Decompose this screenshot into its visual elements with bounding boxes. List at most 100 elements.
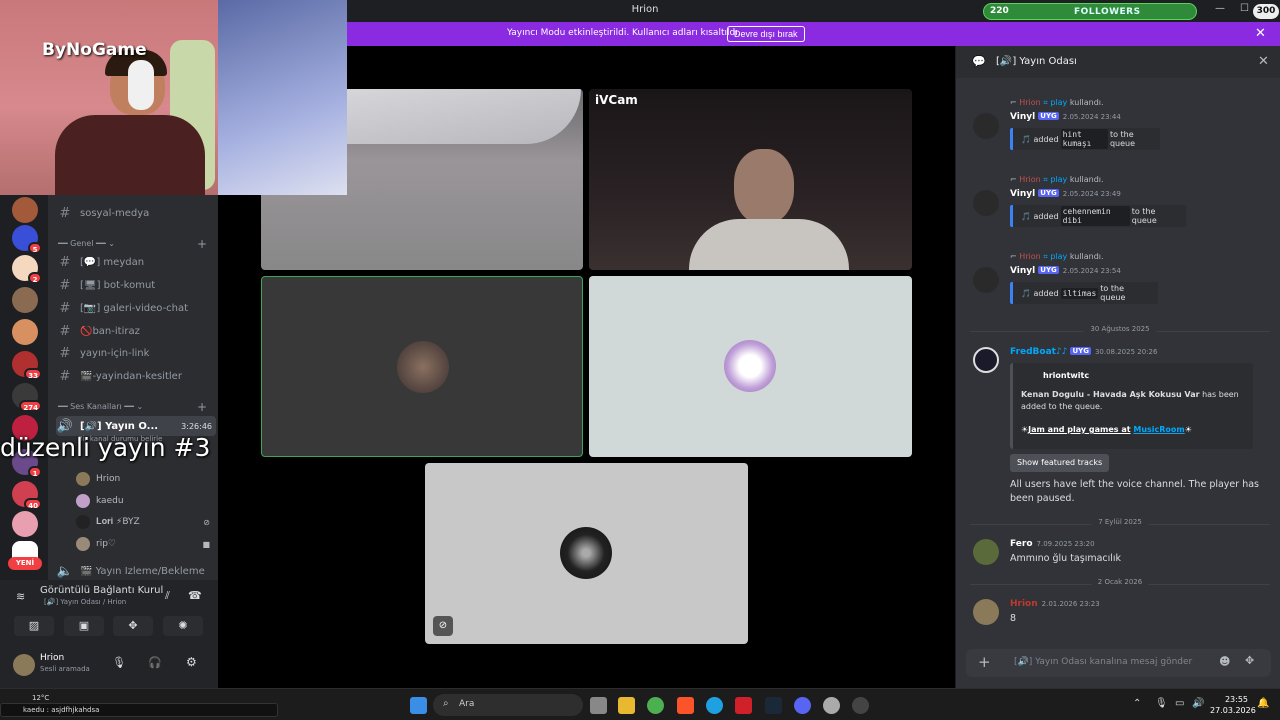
promo-text[interactable]: Jam and play games at <box>1028 425 1130 434</box>
settings-gear-icon[interactable]: ⚙ <box>186 655 197 669</box>
video-tile-participant[interactable] <box>589 276 912 457</box>
server-icon[interactable] <box>12 197 38 223</box>
steam-icon[interactable] <box>765 697 782 714</box>
signal-icon[interactable]: ≋ <box>16 590 25 603</box>
windows-start-icon[interactable] <box>410 697 427 714</box>
voice-user[interactable]: Hrion <box>76 470 210 488</box>
network-icon[interactable]: ▭ <box>1175 698 1184 709</box>
file-explorer-icon[interactable] <box>618 697 635 714</box>
obs-icon[interactable] <box>823 697 840 714</box>
avatar <box>76 515 90 529</box>
category-voice[interactable]: ━━ Ses Kanalları ━━ ⌄ <box>58 402 143 411</box>
current-user-status: Sesli aramada <box>40 665 90 673</box>
song-name: cehennemin dibi <box>1060 206 1130 226</box>
server-icon[interactable]: 40 <box>12 481 42 510</box>
avatar[interactable] <box>973 113 999 139</box>
microphone-icon[interactable]: 🎙 <box>1155 698 1168 709</box>
soundboard-button[interactable]: ✺ <box>163 616 203 636</box>
author-name[interactable]: Hrion <box>1010 599 1038 609</box>
server-icon[interactable]: 33 <box>12 351 42 380</box>
channel-label: 🎬 Yayın İzleme/Bekleme <box>80 565 205 577</box>
discord-icon[interactable] <box>794 697 811 714</box>
avatar[interactable] <box>973 599 999 625</box>
minimize-icon[interactable]: — <box>1215 3 1225 14</box>
activities-button[interactable]: ✥ <box>113 616 153 636</box>
video-tile-participant[interactable] <box>261 276 583 457</box>
channel-meydan[interactable]: # [💬] meydan <box>56 252 216 272</box>
channel-yayin-icin-link[interactable]: # yayın-için-link <box>56 343 216 363</box>
banner-text: Yayıncı Modu etkinleştirildi. Kullanıcı … <box>507 28 741 38</box>
reply-reference[interactable]: ⌐ Hrion ⌗ play kullandı. <box>1010 175 1104 185</box>
channel-sosyal-medya[interactable]: # sosyal-medya <box>56 203 216 223</box>
server-icon[interactable] <box>12 319 38 345</box>
date-divider: 30 Ağustos 2025 <box>970 325 1270 337</box>
close-icon[interactable]: ✕ <box>1255 26 1266 41</box>
voice-user[interactable]: kaedu <box>76 492 210 510</box>
timestamp: 7.09.2025 23:20 <box>1036 540 1095 548</box>
notification-icon[interactable]: 🔔 <box>1257 698 1269 709</box>
voice-user[interactable]: rip♡ ■ <box>76 535 210 553</box>
noise-suppression-icon[interactable]: ⫽ <box>165 589 170 603</box>
video-tile-participant[interactable]: ⊘ <box>425 463 748 644</box>
server-icon[interactable]: 2 <box>12 255 42 284</box>
server-icon[interactable] <box>12 287 38 313</box>
headphones-icon[interactable]: 🎧 <box>148 656 162 669</box>
app-icon[interactable] <box>852 697 869 714</box>
edge-icon[interactable] <box>706 697 723 714</box>
emoji-icon[interactable]: ☻ <box>1219 655 1230 668</box>
author-name[interactable]: Vinyl <box>1010 189 1035 199</box>
avatar[interactable] <box>973 267 999 293</box>
avatar <box>397 341 449 393</box>
channel-bot-komut[interactable]: # [🖥] bot-komut <box>56 275 216 295</box>
author-name[interactable]: FredBoat♪♪ <box>1010 347 1067 357</box>
microphone-icon[interactable]: 🎙 <box>112 656 126 669</box>
reply-reference[interactable]: ⌐ Hrion ⌗ play kullandı. <box>1010 252 1104 262</box>
server-icon[interactable] <box>12 511 38 537</box>
channel-galeri-video-chat[interactable]: # [📷] galeri-video-chat <box>56 298 216 318</box>
brave-icon[interactable] <box>677 697 694 714</box>
channel-ban-itiraz[interactable]: # 🚫ban-itiraz <box>56 321 216 341</box>
disable-streamer-mode-button[interactable]: Devre dışı bırak <box>727 26 805 42</box>
show-featured-tracks-button[interactable]: Show featured tracks <box>1010 454 1110 472</box>
server-icon[interactable]: 5 <box>12 225 42 254</box>
add-channel-icon[interactable]: + <box>197 237 207 251</box>
voice-channel-yayin-izleme[interactable]: 🔈 🎬 Yayın İzleme/Bekleme <box>56 561 216 581</box>
taskbar-clock[interactable]: 23:55 27.03.2026 <box>1210 694 1256 716</box>
avatar[interactable] <box>973 539 999 565</box>
unread-badge: 40 <box>24 498 42 510</box>
apps-icon[interactable]: ✥ <box>1245 654 1254 667</box>
ref-tail: kullandı. <box>1069 175 1104 184</box>
category-general[interactable]: ━━ Genel ━━ ⌄ <box>58 239 115 248</box>
author-name[interactable]: Vinyl <box>1010 112 1035 122</box>
close-icon[interactable]: ✕ <box>1258 54 1269 69</box>
chrome-icon[interactable] <box>647 697 664 714</box>
app-icon[interactable] <box>735 697 752 714</box>
screen-share-button[interactable]: ▣ <box>64 616 104 636</box>
promo-link[interactable]: MusicRoom <box>1133 425 1184 434</box>
reply-reference[interactable]: ⌐ Hrion ⌗ play kullandı. <box>1010 98 1104 108</box>
weather-widget[interactable]: 12°C <box>32 694 49 702</box>
message-text: All users have left the voice channel. T… <box>1010 479 1259 504</box>
volume-icon[interactable]: 🔊 <box>1192 698 1204 709</box>
message-author: Vinyl UYG 2.05.2024 23:44 <box>1010 112 1121 122</box>
video-tile-ivcam[interactable]: iVCam <box>589 89 912 270</box>
avatar[interactable] <box>13 654 35 676</box>
voice-user-name: Hrion <box>96 474 121 484</box>
taskbar-search[interactable]: ⌕ Ara <box>433 694 583 716</box>
author-name[interactable]: Vinyl <box>1010 266 1035 276</box>
task-view-icon[interactable] <box>590 697 607 714</box>
add-channel-icon[interactable]: + <box>197 400 207 414</box>
channel-yayindan-kesitler[interactable]: # 🎬-yayindan-kesitler <box>56 366 216 386</box>
server-icon[interactable]: 274 <box>12 383 42 412</box>
tray-chevron-icon[interactable]: ⌃ <box>1133 698 1141 709</box>
camera-off-button[interactable]: ▨ <box>14 616 54 636</box>
maximize-icon[interactable]: ☐ <box>1240 3 1249 14</box>
voice-user[interactable]: 𝐋𝐨𝐫𝐢 ⚡BYZ ⊘ <box>76 513 210 531</box>
add-attachment-icon[interactable]: + <box>978 653 991 671</box>
avatar[interactable] <box>973 347 999 373</box>
voice-channel-path[interactable]: [🔊] Yayın Odası / Hrion <box>44 598 126 606</box>
avatar[interactable] <box>973 190 999 216</box>
message-input[interactable]: + [🔊] Yayın Odası kanalına mesaj gönder … <box>966 649 1271 677</box>
author-name[interactable]: Fero <box>1010 539 1033 549</box>
disconnect-icon[interactable]: ☎ <box>188 589 202 602</box>
